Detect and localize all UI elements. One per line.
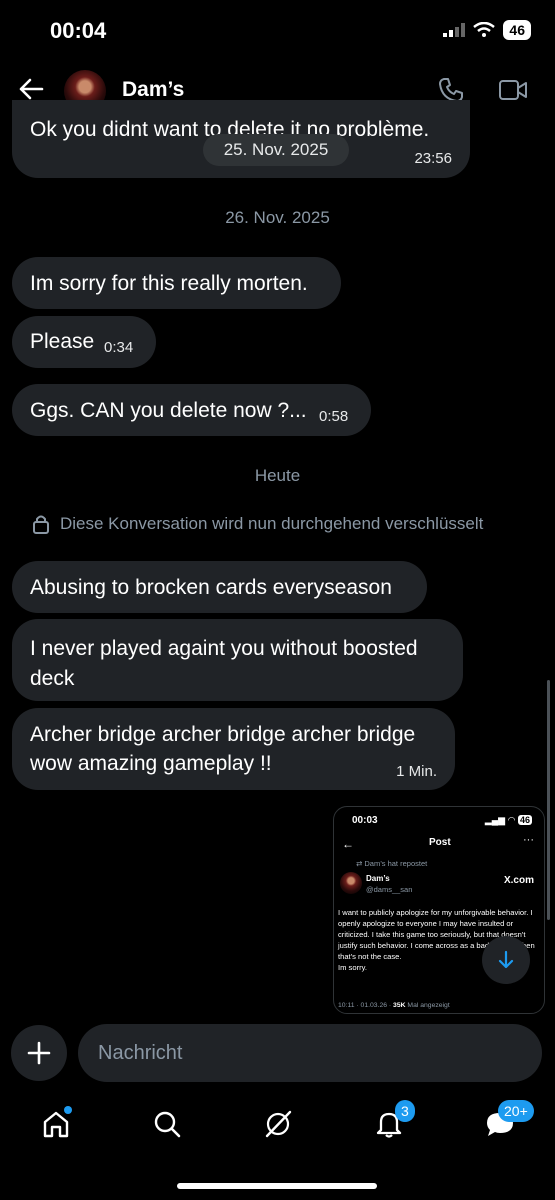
status-time: 00:04 xyxy=(50,18,107,43)
add-attachment-button[interactable] xyxy=(11,1025,67,1081)
back-arrow-icon[interactable] xyxy=(18,78,44,100)
notifications-badge: 3 xyxy=(395,1100,415,1122)
message-bubble[interactable]: Please 0:34 xyxy=(12,316,156,368)
attachment-author-handle: @dams__san xyxy=(366,885,413,894)
home-indicator xyxy=(177,1183,377,1189)
home-notification-dot xyxy=(64,1106,72,1114)
status-icons: 46 xyxy=(443,20,531,40)
message-text: Ggs. CAN you delete now ?... xyxy=(30,399,307,422)
message-text: Please xyxy=(30,330,95,353)
attachment-battery: 46 xyxy=(517,815,532,825)
message-time: 0:34 xyxy=(104,339,134,356)
nav-messages[interactable]: 20+ xyxy=(480,1100,534,1144)
plus-icon xyxy=(27,1041,51,1065)
attachment-status-time: 00:03 xyxy=(352,815,378,826)
message-bubble[interactable]: Ggs. CAN you delete now ?... 0:58 xyxy=(12,384,371,436)
message-input[interactable] xyxy=(78,1024,542,1082)
search-icon xyxy=(154,1111,181,1138)
grok-icon xyxy=(265,1110,292,1138)
attachment-repost-line: ⇄ Dam’s hat repostet xyxy=(356,859,428,868)
message-text: Archer bridge archer bridge archer bridg… xyxy=(30,723,416,775)
message-bubble[interactable]: I never played againt you without booste… xyxy=(12,619,463,701)
floating-date-pill: 25. Nov. 2025 xyxy=(203,134,349,166)
attachment-author-name: Dam’s xyxy=(366,874,390,883)
nav-home[interactable] xyxy=(36,1104,76,1144)
battery-indicator: 46 xyxy=(503,20,531,40)
attachment-repost-icon: ⇄ xyxy=(356,859,363,868)
message-text: Abusing to brocken cards everyseason xyxy=(30,576,392,599)
message-text: I never played againt you without booste… xyxy=(30,637,418,690)
messages-badge: 20+ xyxy=(498,1100,534,1122)
wifi-icon xyxy=(473,22,496,37)
message-text: Im sorry for this really morten. xyxy=(30,272,308,295)
attachment-site-label: X.com xyxy=(503,875,534,886)
attachment-post-meta: 10:11 · 01.03.26 · 35K Mal angezeigt xyxy=(338,1002,450,1009)
video-call-icon[interactable] xyxy=(498,79,528,101)
attachment-title: Post xyxy=(429,837,451,848)
attachment-back-icon: ← xyxy=(342,837,354,851)
chat-title[interactable]: Dam’s xyxy=(122,78,184,102)
message-time: 23:56 xyxy=(414,150,452,167)
nav-search[interactable] xyxy=(147,1104,187,1144)
scroll-to-bottom-button[interactable] xyxy=(482,936,530,984)
arrow-down-icon xyxy=(498,950,514,969)
encryption-notice: Diese Konversation wird nun durchgehend … xyxy=(32,514,483,534)
message-bubble[interactable]: Archer bridge archer bridge archer bridg… xyxy=(12,708,455,790)
encryption-text: Diese Konversation wird nun durchgehend … xyxy=(60,514,484,533)
attachment-wifi-icon: ◠ xyxy=(507,815,516,825)
attachment-signal-icon: ▂▄▆ xyxy=(484,815,506,825)
attachment-more-icon: ··· xyxy=(523,834,534,846)
lock-icon xyxy=(33,515,49,534)
attachment-avatar xyxy=(340,872,362,894)
message-time: 1 Min. xyxy=(396,763,437,780)
date-separator: Heute xyxy=(254,466,301,485)
message-time: 0:58 xyxy=(319,408,349,425)
scrollbar[interactable] xyxy=(547,680,550,920)
date-separator: 26. Nov. 2025 xyxy=(225,208,330,227)
message-bubble[interactable]: Im sorry for this really morten. xyxy=(12,257,341,309)
nav-notifications[interactable]: 3 xyxy=(369,1100,415,1144)
attachment-status-icons: ▂▄▆ ◠ 46 xyxy=(485,815,532,826)
signal-icon xyxy=(443,23,466,37)
nav-grok[interactable] xyxy=(258,1104,298,1144)
message-bubble[interactable]: Abusing to brocken cards everyseason xyxy=(12,561,427,613)
